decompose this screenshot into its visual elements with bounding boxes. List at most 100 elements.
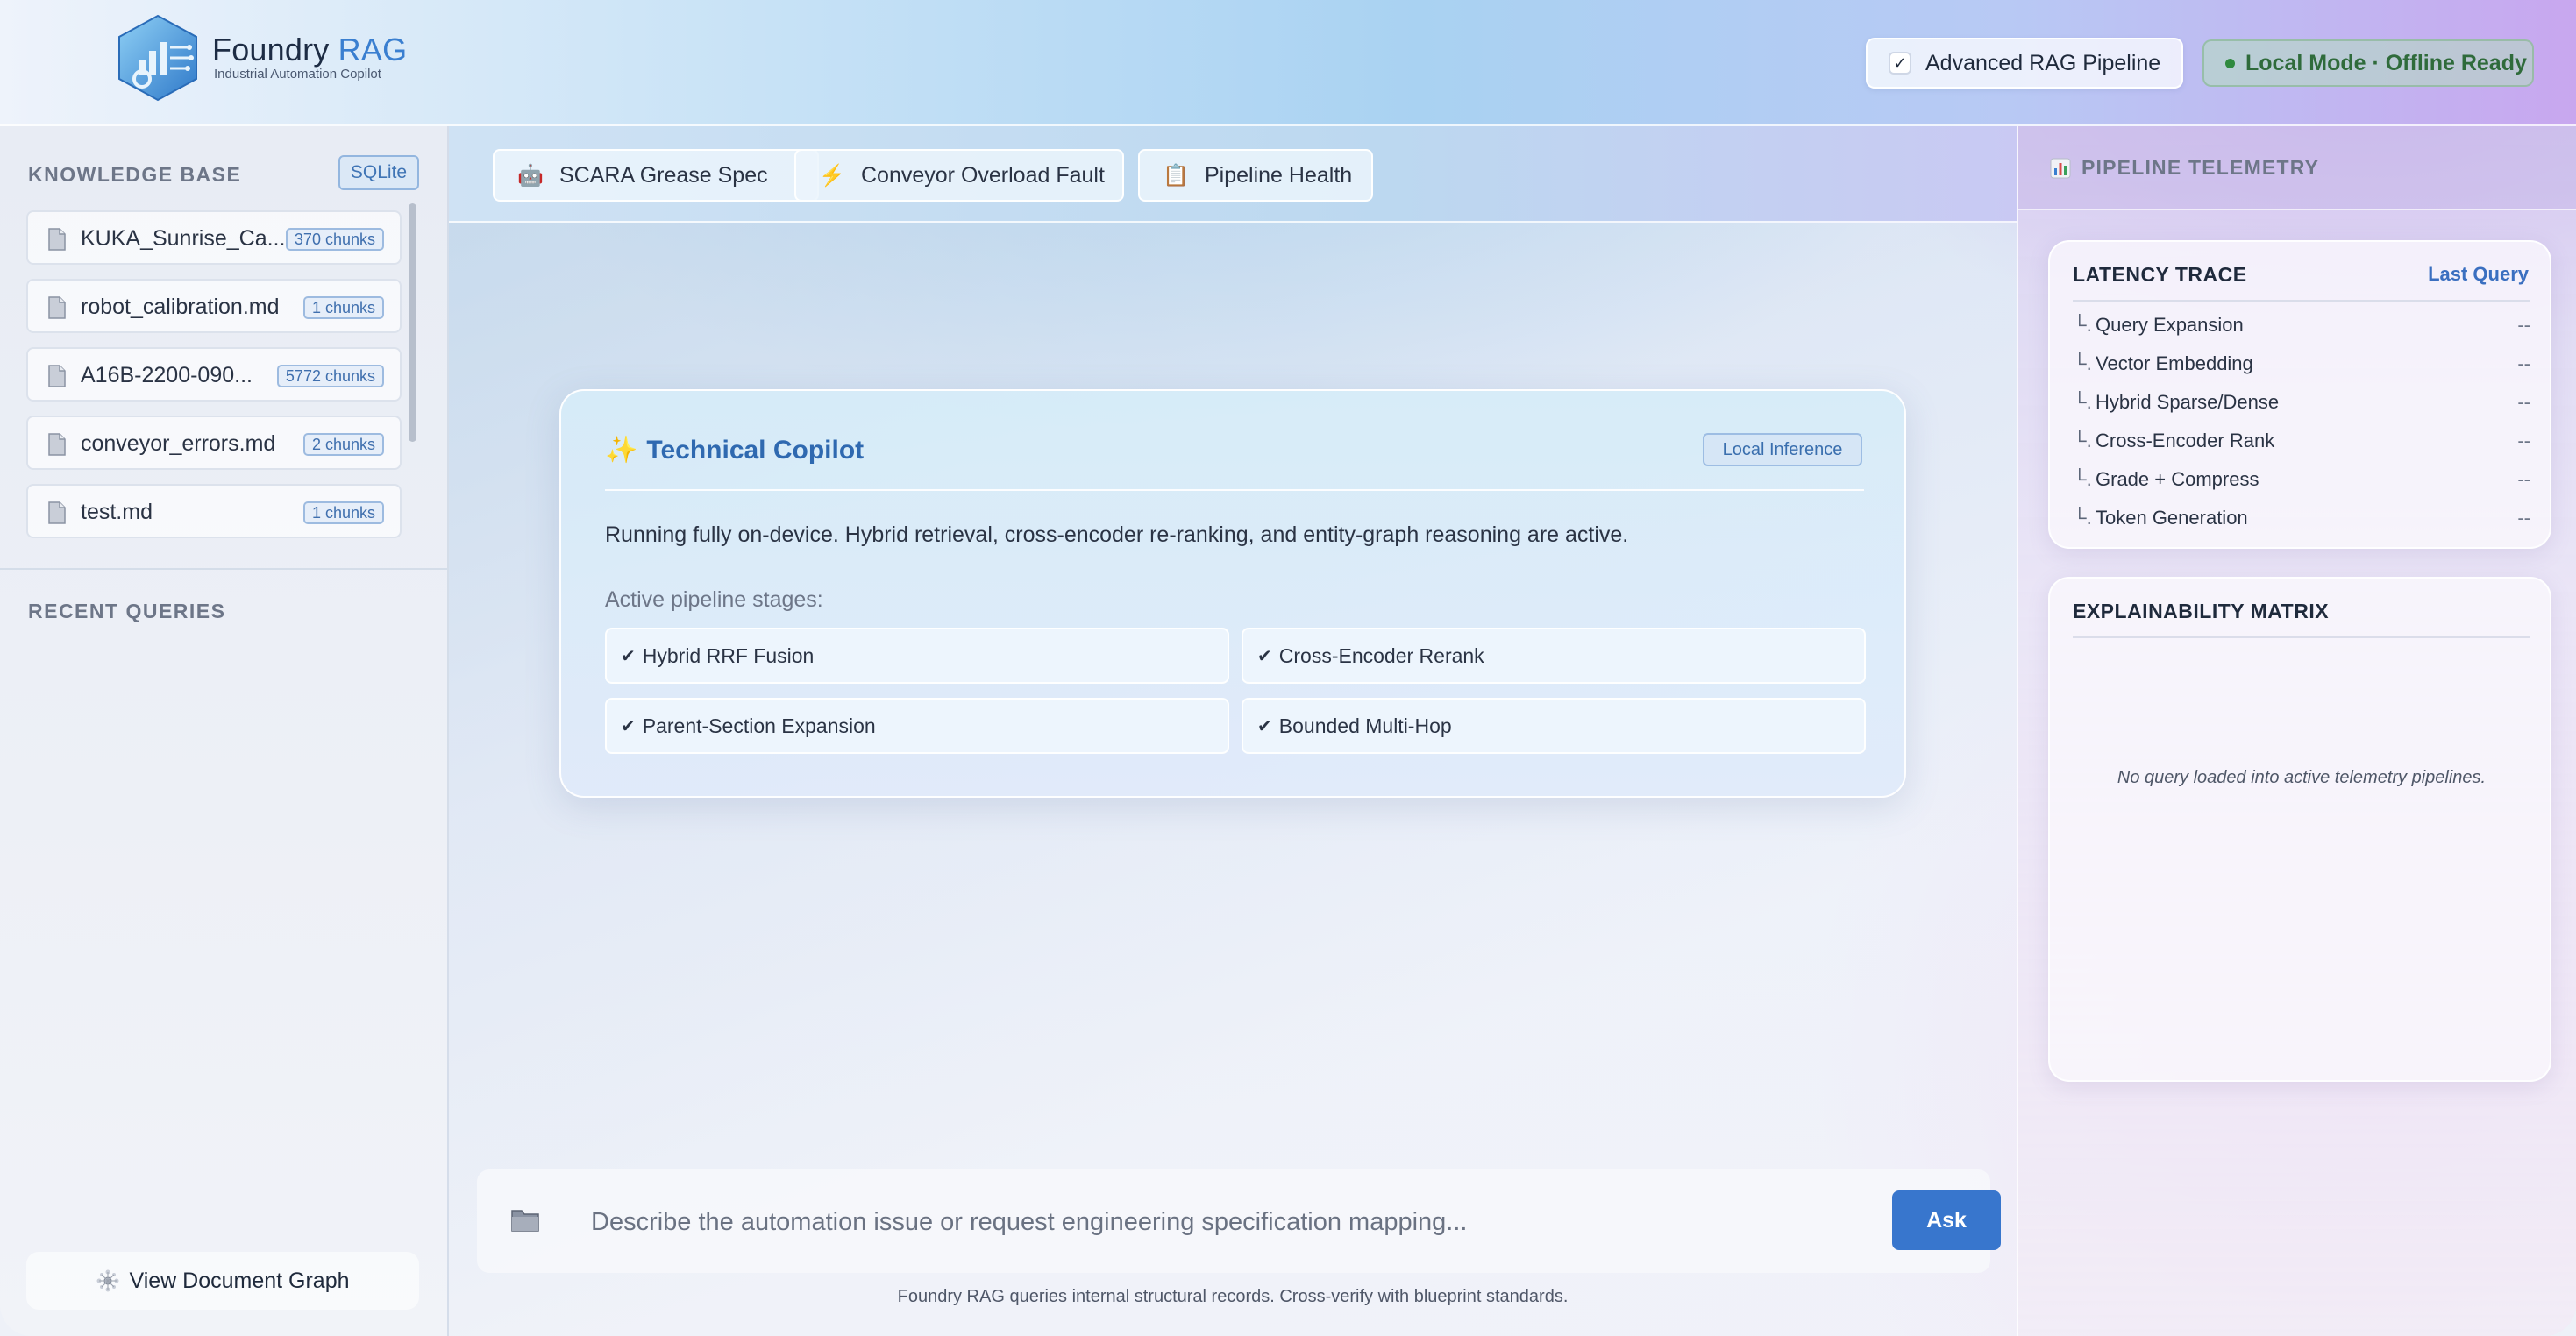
local-mode-status-badge: Local Mode · Offline Ready [2202, 39, 2534, 87]
document-item[interactable]: KUKA_Sunrise_Ca... 370 chunks [26, 210, 402, 265]
latency-value: -- [2517, 352, 2530, 374]
file-icon [48, 433, 66, 456]
robot-icon: 🤖 [517, 163, 544, 188]
pipeline-stage-label: Hybrid RRF Fusion [642, 643, 815, 667]
copilot-title: ✨ Technical Copilot [605, 435, 864, 465]
brand-accent: RAG [338, 32, 408, 68]
chunk-count-badge: 1 chunks [302, 296, 384, 319]
quick-query-tabs: 🤖 SCARA Grease Spec ⚡ Conveyor Overload … [449, 126, 2017, 223]
check-icon: ✔ [621, 646, 636, 666]
document-name: test.md [81, 500, 153, 524]
latency-row: └. Query Expansion -- [2073, 314, 2530, 342]
document-name: conveyor_errors.md [81, 431, 276, 456]
pipeline-stage-label: Cross-Encoder Rerank [1278, 643, 1484, 667]
knowledge-list-scrollbar[interactable] [409, 203, 416, 442]
latency-row: └. Cross-Encoder Rank -- [2073, 430, 2530, 458]
copilot-description: Running fully on-device. Hybrid retrieva… [605, 522, 1629, 547]
ask-button[interactable]: Ask [1892, 1190, 2001, 1250]
sparkle-icon: ✨ [605, 436, 638, 465]
tab-scara-grease-spec[interactable]: 🤖 SCARA Grease Spec [493, 149, 819, 202]
telemetry-panel: PIPELINE TELEMETRY LATENCY TRACE Last Qu… [2017, 126, 2576, 1336]
status-dot-icon [2225, 58, 2235, 68]
clipboard-icon: 📋 [1163, 163, 1189, 188]
latency-value: -- [2517, 314, 2530, 336]
telemetry-header: PIPELINE TELEMETRY [2018, 126, 2576, 210]
document-name: robot_calibration.md [81, 295, 280, 319]
local-mode-label: Local Mode · Offline Ready [2245, 50, 2527, 75]
tab-conveyor-overload-fault[interactable]: ⚡ Conveyor Overload Fault [794, 149, 1124, 202]
view-document-graph-label: View Document Graph [129, 1268, 350, 1293]
checkbox-icon[interactable]: ✓ [1889, 52, 1911, 75]
branch-icon: └. [2073, 391, 2092, 413]
latency-stage-label: Query Expansion [2096, 314, 2244, 336]
foundry-logo-icon [118, 14, 197, 102]
advanced-rag-toggle[interactable]: ✓ Advanced RAG Pipeline [1866, 38, 2183, 89]
stages-label: Active pipeline stages: [605, 587, 823, 612]
chunk-count-badge: 370 chunks [285, 228, 384, 251]
latency-value: -- [2517, 507, 2530, 529]
document-name: KUKA_Sunrise_Ca... [81, 226, 286, 251]
check-icon: ✔ [1257, 716, 1272, 736]
branch-icon: └. [2073, 430, 2092, 451]
file-icon [48, 228, 66, 251]
pipeline-stage: ✔ Hybrid RRF Fusion [605, 628, 1229, 684]
pipeline-stage-label: Bounded Multi-Hop [1278, 714, 1452, 737]
query-composer: Ask [477, 1169, 2001, 1273]
tab-pipeline-health[interactable]: 📋 Pipeline Health [1138, 149, 1373, 202]
panel-divider [2073, 636, 2530, 638]
chunk-count-badge: 2 chunks [302, 433, 384, 456]
pipeline-stage: ✔ Bounded Multi-Hop [1242, 698, 1866, 754]
explainability-empty-message: No query loaded into active telemetry pi… [2117, 768, 2487, 787]
file-icon [48, 296, 66, 319]
document-name: A16B-2200-090... [81, 363, 253, 387]
document-item[interactable]: A16B-2200-090... 5772 chunks [26, 347, 402, 402]
latency-row: └. Token Generation -- [2073, 507, 2530, 535]
document-item[interactable]: robot_calibration.md 1 chunks [26, 279, 402, 333]
latency-row: └. Hybrid Sparse/Dense -- [2073, 391, 2530, 419]
query-input[interactable] [591, 1196, 1889, 1248]
disclaimer-text: Foundry RAG queries internal structural … [897, 1287, 1569, 1306]
technical-copilot-card: ✨ Technical Copilot Local Inference Runni… [559, 389, 1906, 798]
branch-icon: └. [2073, 468, 2092, 490]
app-header: Foundry RAG Industrial Automation Copilo… [0, 0, 2576, 126]
explainability-matrix-panel: EXPLAINABILITY MATRIX No query loaded in… [2048, 577, 2551, 1082]
pipeline-stage-label: Parent-Section Expansion [642, 714, 876, 737]
branch-icon: └. [2073, 352, 2092, 374]
knowledge-base-heading: KNOWLEDGE BASE [28, 163, 242, 186]
latency-row: └. Vector Embedding -- [2073, 352, 2530, 380]
latency-value: -- [2517, 391, 2530, 413]
pipeline-stage: ✔ Parent-Section Expansion [605, 698, 1229, 754]
telemetry-title-text: PIPELINE TELEMETRY [2081, 156, 2320, 179]
check-icon: ✔ [1257, 646, 1272, 666]
copilot-title-text: Technical Copilot [646, 436, 865, 465]
latency-stage-label: Grade + Compress [2096, 468, 2259, 490]
advanced-rag-label: Advanced RAG Pipeline [1925, 50, 2161, 75]
recent-queries-heading: RECENT QUERIES [28, 600, 226, 622]
document-item[interactable]: conveyor_errors.md 2 chunks [26, 416, 402, 470]
file-icon [48, 501, 66, 524]
bar-chart-icon [2050, 158, 2071, 178]
local-inference-badge: Local Inference [1703, 433, 1862, 466]
document-item[interactable]: test.md 1 chunks [26, 484, 402, 538]
knowledge-base-list[interactable]: KUKA_Sunrise_Ca... 370 chunks robot_cali… [26, 210, 403, 663]
tab-label: Pipeline Health [1205, 162, 1353, 188]
latency-stage-label: Vector Embedding [2096, 352, 2253, 374]
card-divider [605, 489, 1864, 491]
panel-divider [2073, 300, 2530, 302]
latency-value: -- [2517, 468, 2530, 490]
branch-icon: └. [2073, 507, 2092, 529]
latency-row: └. Grade + Compress -- [2073, 468, 2530, 496]
latency-stage-label: Cross-Encoder Rank [2096, 430, 2275, 451]
knowledge-sidebar: KNOWLEDGE BASE SQLite KUKA_Sunrise_Ca...… [0, 126, 449, 1336]
check-icon: ✔ [621, 716, 636, 736]
graph-network-icon [96, 1269, 119, 1292]
lightning-icon: ⚡ [819, 163, 845, 188]
latency-value: -- [2517, 430, 2530, 451]
folder-icon[interactable] [510, 1206, 540, 1233]
chunk-count-badge: 1 chunks [302, 501, 384, 524]
tab-label: Conveyor Overload Fault [861, 162, 1105, 188]
tab-label: SCARA Grease Spec [559, 162, 768, 188]
view-document-graph-button[interactable]: View Document Graph [26, 1252, 419, 1310]
brand-subtitle: Industrial Automation Copilot [214, 67, 381, 82]
app-window: Foundry RAG Industrial Automation Copilo… [0, 0, 2576, 1336]
